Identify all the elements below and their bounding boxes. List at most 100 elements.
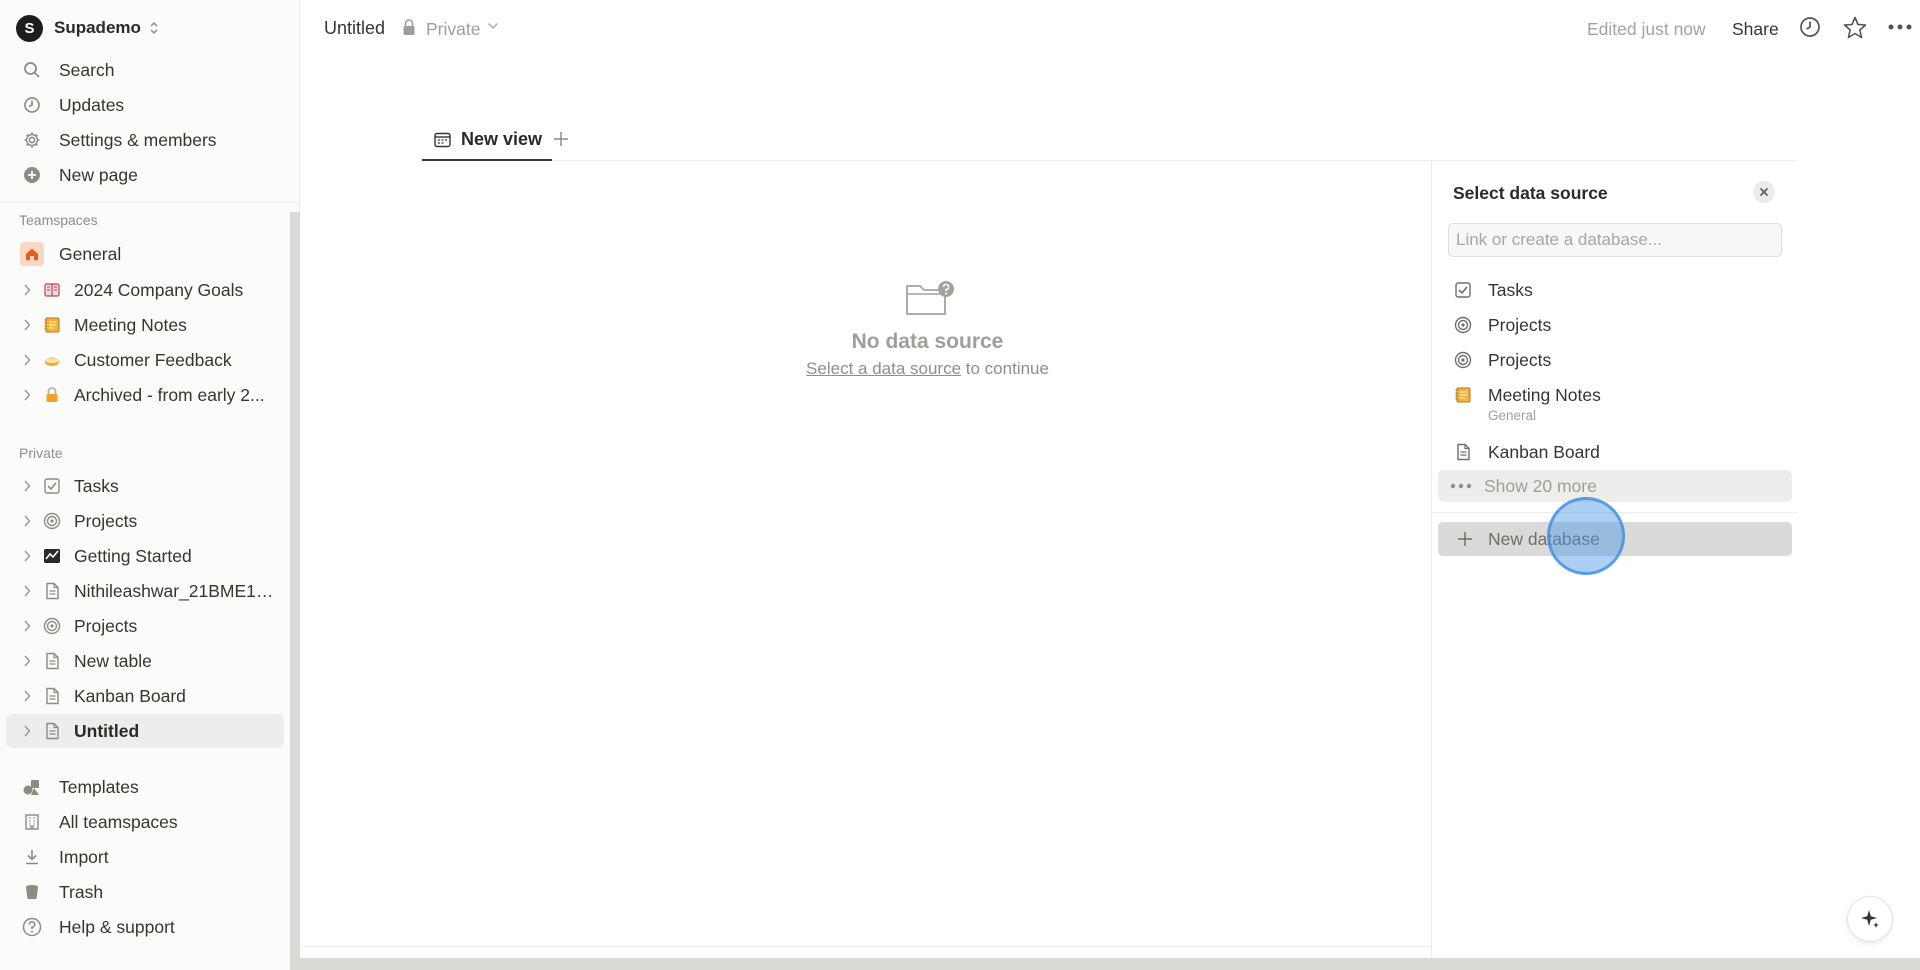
clock-icon [20,93,44,117]
page-label: Getting Started [74,545,192,566]
page-label: New table [74,650,152,671]
private-page-projects-2[interactable]: Projects [6,609,284,643]
private-page-new-table[interactable]: New table [6,644,284,678]
private-page-kanban-board[interactable]: Kanban Board [6,679,284,713]
workspace-switcher[interactable]: S Supademo [16,14,159,42]
page-label: Untitled [74,720,140,741]
page-label: Customer Feedback [74,349,232,370]
ai-assistant-button[interactable] [1847,896,1893,942]
nav-all-teamspaces[interactable]: All teamspaces [6,805,284,839]
private-page-untitled[interactable]: Untitled [6,714,284,748]
notebook-icon [40,313,64,337]
sidebar-scrollbar[interactable] [290,212,300,970]
breadcrumb-page[interactable]: Untitled [324,18,385,39]
private-title: Private [19,445,63,461]
panel-title: Select data source [1453,183,1608,203]
pie-icon [40,348,64,372]
nav-label: Help & support [59,916,175,937]
empty-state-suffix: to continue [965,359,1049,378]
notebook-icon [1452,384,1474,406]
clock-icon[interactable] [1799,16,1821,38]
option-label: Tasks [1488,280,1533,300]
target-icon [1452,349,1474,371]
chevron-right-icon[interactable] [20,480,34,492]
chevron-right-icon[interactable] [20,725,34,737]
nav-search[interactable]: Search [6,53,284,87]
private-page-tasks[interactable]: Tasks [6,469,284,503]
select-data-source-link[interactable]: Select a data source [806,359,961,378]
option-label: Projects [1488,315,1552,335]
chevron-updown-icon [149,21,159,35]
search-icon [20,58,44,82]
close-button[interactable] [1753,181,1775,203]
chevron-right-icon[interactable] [20,655,34,667]
database-search-input[interactable] [1448,223,1782,257]
page-icon [40,579,64,603]
private-page-nithileashwar[interactable]: Nithileashwar_21BME10... [6,574,284,608]
source-option-projects[interactable]: Projects [1440,312,1794,338]
page-label: Tasks [74,475,119,496]
chevron-right-icon[interactable] [20,585,34,597]
nav-import[interactable]: Import [6,840,284,874]
sidebar: S Supademo Search Updates Settings & mem… [0,0,300,970]
empty-state-subtitle: Select a data source to continue [780,359,1075,379]
option-label: Meeting Notes [1488,385,1601,405]
show-more-button[interactable]: Show 20 more [1438,470,1792,502]
source-option-kanban-board[interactable]: Kanban Board [1440,439,1794,465]
teamspace-general[interactable]: General [6,237,284,271]
chevron-right-icon[interactable] [20,550,34,562]
page-label: Kanban Board [74,685,186,706]
nav-label: Updates [59,94,125,115]
source-option-meeting-notes[interactable]: Meeting Notes General [1440,382,1794,424]
teamspace-page-archived[interactable]: Archived - from early 2... [6,378,284,412]
workspace-logo: S [16,14,43,42]
star-icon[interactable] [1843,16,1867,39]
chevron-right-icon[interactable] [20,389,34,401]
shapes-icon [20,775,44,799]
nav-settings[interactable]: Settings & members [6,123,284,157]
source-option-projects-2[interactable]: Projects [1440,347,1794,373]
private-page-projects[interactable]: Projects [6,504,284,538]
calendar-icon [434,132,451,148]
nav-label: Trash [59,881,104,902]
horizontal-scrollbar[interactable] [300,958,1920,970]
more-options-icon[interactable] [1888,24,1912,30]
nav-label: Templates [59,776,139,797]
tab-new-view[interactable]: New view [422,120,553,161]
checkbox-icon [1452,279,1474,301]
add-view-icon[interactable] [552,130,570,148]
target-icon [1452,314,1474,336]
target-icon [40,614,64,638]
nav-templates[interactable]: Templates [6,770,284,804]
private-page-getting-started[interactable]: Getting Started [6,539,284,573]
chevron-right-icon[interactable] [20,284,34,296]
source-option-tasks[interactable]: Tasks [1440,277,1794,303]
nav-updates[interactable]: Updates [6,88,284,122]
chevron-right-icon[interactable] [20,354,34,366]
nav-new-page[interactable]: New page [6,158,284,192]
chevron-down-icon[interactable] [487,22,499,30]
chevron-right-icon[interactable] [20,515,34,527]
nav-trash[interactable]: Trash [6,875,284,909]
page-icon [40,684,64,708]
chevron-right-icon[interactable] [20,690,34,702]
share-button[interactable]: Share [1732,19,1779,40]
nav-label: Import [59,846,109,867]
page-label: Projects [74,510,138,531]
teamspace-page-company-goals[interactable]: 2024 Company Goals [6,273,284,307]
chevron-right-icon[interactable] [20,620,34,632]
page-label: Meeting Notes [74,314,187,335]
nav-label: All teamspaces [59,811,178,832]
teamspace-page-customer-feedback[interactable]: Customer Feedback [6,343,284,377]
chevron-right-icon[interactable] [20,319,34,331]
home-icon [20,242,44,266]
plus-icon [1456,530,1474,548]
nav-help[interactable]: Help & support [6,910,284,944]
tab-label: New view [461,129,543,149]
privacy-label[interactable]: Private [426,19,480,40]
new-database-label: New database [1488,528,1600,549]
teamspace-page-meeting-notes[interactable]: Meeting Notes [6,308,284,342]
new-database-button[interactable]: New database [1438,522,1792,556]
gear-icon [20,128,44,152]
panel-divider [1432,512,1798,513]
